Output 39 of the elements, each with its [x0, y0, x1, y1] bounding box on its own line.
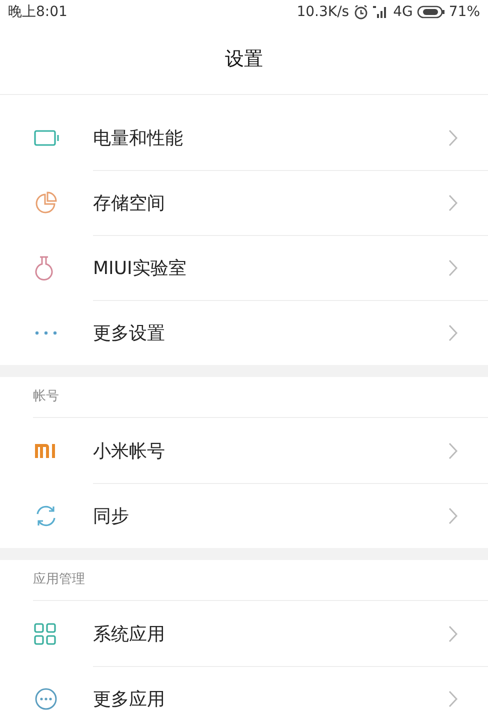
- settings-item[interactable]: 小米帐号: [0, 418, 488, 483]
- chevron-icon: [448, 324, 458, 342]
- screen-title: 设置: [225, 47, 263, 72]
- item-label: 同步: [93, 505, 129, 528]
- settings-item[interactable]: MIUI实验室: [0, 235, 488, 300]
- item-label: 电量和性能: [93, 126, 183, 150]
- section-header: 应用管理: [33, 560, 488, 601]
- settings-item[interactable]: 电量和性能: [0, 105, 488, 170]
- flask-icon: [34, 254, 54, 280]
- item-label: 存储空间: [93, 192, 165, 215]
- item-label: 小米帐号: [93, 440, 165, 462]
- network-type: 4G: [393, 4, 413, 20]
- settings-item[interactable]: 系统应用: [0, 601, 488, 666]
- mi-logo-icon: [34, 442, 58, 460]
- settings-item[interactable]: 更多应用: [0, 666, 488, 718]
- chevron-icon: [448, 128, 458, 146]
- network-speed: 10.3K/s: [296, 4, 350, 20]
- chevron-icon: [448, 194, 458, 212]
- alarm-icon: [353, 4, 370, 20]
- section-header: 帐号: [33, 377, 488, 418]
- pie-chart-icon: [34, 190, 58, 214]
- sync-icon: [34, 504, 58, 528]
- chevron-icon: [448, 259, 458, 277]
- item-label: 更多应用: [93, 688, 165, 711]
- grid-icon: [34, 622, 56, 644]
- battery-icon: [34, 128, 60, 146]
- battery-percent: 71%: [448, 4, 480, 20]
- chevron-icon: [448, 442, 458, 460]
- more-icon: [34, 330, 58, 336]
- settings-item[interactable]: 存储空间: [0, 170, 488, 235]
- more-circle-icon: [34, 686, 58, 710]
- chevron-icon: [448, 507, 458, 525]
- battery-icon: [416, 5, 445, 19]
- item-label: 更多设置: [93, 322, 165, 345]
- item-label: MIUI实验室: [93, 257, 186, 280]
- chevron-icon: [448, 690, 458, 708]
- status-time: 晚上8:01: [8, 3, 68, 21]
- chevron-icon: [448, 624, 458, 642]
- item-label: 系统应用: [93, 622, 165, 646]
